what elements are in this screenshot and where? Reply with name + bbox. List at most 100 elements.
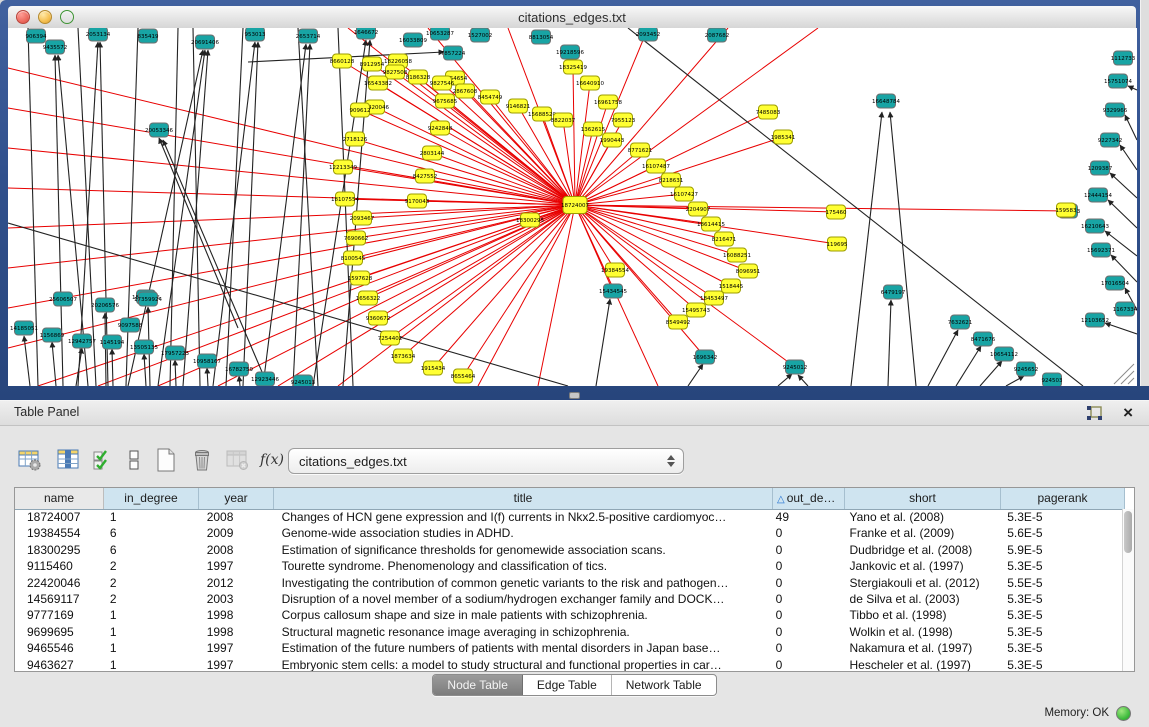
- table-row[interactable]: 946554611997Estimation of the future num…: [15, 640, 1123, 656]
- graph-node[interactable]: 16640910: [576, 76, 604, 90]
- graph-node[interactable]: 1527002: [468, 28, 493, 42]
- tab-network-table[interactable]: Network Table: [612, 675, 716, 695]
- table-row[interactable]: 969969511998Structural magnetic resonanc…: [15, 624, 1123, 640]
- graph-node[interactable]: 12103652: [1081, 313, 1109, 327]
- graph-node[interactable]: 10654112: [990, 347, 1018, 361]
- graph-node[interactable]: 924503: [1042, 373, 1063, 386]
- column-header-name[interactable]: name: [15, 488, 104, 509]
- graph-node[interactable]: 1873634: [391, 349, 416, 363]
- graph-edge[interactable]: [798, 375, 808, 386]
- graph-edge[interactable]: [170, 28, 178, 386]
- graph-node[interactable]: 15692371: [1087, 243, 1115, 257]
- graph-node[interactable]: 7857224: [441, 46, 466, 60]
- graph-node[interactable]: 909612: [350, 103, 371, 117]
- graph-edge[interactable]: [207, 368, 208, 386]
- table-row[interactable]: 1938455462009Genome-wide association stu…: [15, 525, 1123, 541]
- graph-node[interactable]: 16648784: [872, 94, 900, 108]
- panel-splitter-handle[interactable]: [569, 392, 580, 399]
- graph-node[interactable]: 10958167: [193, 354, 221, 368]
- graph-node[interactable]: 9097588: [118, 318, 143, 332]
- graph-edge[interactable]: [575, 205, 615, 270]
- graph-node[interactable]: 2087682: [705, 28, 730, 42]
- graph-node[interactable]: 9146821: [506, 99, 531, 113]
- graph-node[interactable]: 119695: [827, 237, 848, 251]
- resize-grip-icon[interactable]: [1114, 364, 1134, 384]
- graph-node[interactable]: 25606507: [49, 292, 77, 306]
- row-height-icon[interactable]: [120, 446, 148, 474]
- graph-node[interactable]: 18614415: [697, 217, 725, 231]
- graph-edge[interactable]: [52, 342, 56, 386]
- column-header-pagerank[interactable]: pagerank: [1001, 488, 1125, 509]
- graph-node[interactable]: 1985341: [771, 130, 796, 144]
- graph-node[interactable]: 7632621: [948, 315, 973, 329]
- graph-node[interactable]: 8454749: [478, 90, 503, 104]
- graph-node[interactable]: 1112733: [1111, 51, 1136, 65]
- column-header-year[interactable]: year: [199, 488, 274, 509]
- graph-node[interactable]: 1167334: [1113, 302, 1137, 316]
- graph-node[interactable]: 15434545: [599, 284, 627, 298]
- graph-edge[interactable]: [851, 112, 882, 386]
- graph-node[interactable]: 7955123: [611, 113, 636, 127]
- graph-edge[interactable]: [355, 139, 575, 205]
- graph-edge[interactable]: [243, 42, 258, 386]
- graph-node[interactable]: 1156869: [40, 328, 65, 342]
- graph-edge[interactable]: [888, 300, 891, 386]
- graph-node[interactable]: 9245012: [783, 360, 808, 374]
- graph-node[interactable]: 18107554: [331, 192, 359, 206]
- graph-node[interactable]: 1209387: [1088, 161, 1113, 175]
- graph-node[interactable]: 10653287: [426, 28, 454, 40]
- graph-edge[interactable]: [38, 205, 575, 386]
- graph-edge[interactable]: [263, 44, 306, 386]
- graph-node[interactable]: 7690662: [344, 231, 369, 245]
- graph-edge[interactable]: [688, 364, 703, 386]
- graph-node[interactable]: 14185051: [10, 321, 38, 335]
- graph-node[interactable]: 8427552: [413, 169, 438, 183]
- vertical-scrollbar[interactable]: [1122, 509, 1134, 671]
- column-chooser-icon[interactable]: [54, 446, 82, 474]
- table-row[interactable]: 1456911722003Disruption of a novel membe…: [15, 591, 1123, 607]
- graph-node[interactable]: 9170043: [405, 194, 430, 208]
- graph-node[interactable]: 953013: [245, 28, 266, 41]
- graph-node[interactable]: 9329966: [1103, 103, 1128, 117]
- column-header-in-degree[interactable]: in_degree: [104, 488, 199, 509]
- graph-edge[interactable]: [360, 110, 575, 205]
- graph-edge[interactable]: [8, 205, 575, 268]
- graph-edge[interactable]: [1125, 115, 1137, 140]
- graph-node[interactable]: 16961758: [594, 95, 622, 109]
- tab-edge-table[interactable]: Edge Table: [523, 675, 612, 695]
- graph-node[interactable]: 8216471: [712, 232, 737, 246]
- graph-node[interactable]: 16782759: [225, 362, 253, 376]
- float-panel-icon[interactable]: [1085, 404, 1105, 422]
- graph-node[interactable]: 16107427: [670, 187, 698, 201]
- graph-node[interactable]: 1656322: [356, 291, 381, 305]
- table-row[interactable]: 1872400712008Changes of HCN gene express…: [15, 509, 1123, 525]
- graph-node[interactable]: 8822037: [551, 113, 576, 127]
- graph-node[interactable]: 2093467: [350, 211, 375, 225]
- table-settings-icon[interactable]: [16, 446, 44, 474]
- graph-edge[interactable]: [76, 348, 82, 386]
- graph-edge[interactable]: [100, 42, 108, 386]
- graph-edge[interactable]: [175, 360, 176, 386]
- function-builder-icon[interactable]: f(x): [258, 446, 286, 474]
- graph-node[interactable]: 1362615: [581, 122, 606, 136]
- close-panel-icon[interactable]: ×: [1123, 401, 1133, 425]
- graph-node[interactable]: 7254402: [378, 331, 403, 345]
- graph-node[interactable]: 1145194: [100, 335, 125, 349]
- graph-edge[interactable]: [928, 330, 958, 386]
- table-row[interactable]: 911546021997Tourette syndrome. Phenomeno…: [15, 558, 1123, 574]
- graph-node[interactable]: 8100545: [341, 251, 366, 265]
- graph-edge[interactable]: [1110, 173, 1137, 198]
- graph-edge[interactable]: [105, 313, 106, 386]
- graph-node[interactable]: 2204907: [686, 202, 711, 216]
- new-table-icon[interactable]: [152, 446, 180, 474]
- graph-node[interactable]: 2867608: [453, 84, 478, 98]
- graph-node[interactable]: 9245652: [1014, 362, 1039, 376]
- graph-node[interactable]: 8186328: [406, 70, 431, 84]
- graph-node[interactable]: 2053134: [86, 28, 111, 41]
- graph-node[interactable]: 9360672: [366, 311, 391, 325]
- scrollbar-thumb[interactable]: [1124, 511, 1132, 553]
- graph-edge[interactable]: [390, 205, 575, 338]
- graph-node[interactable]: 12923446: [251, 372, 279, 386]
- graph-node[interactable]: 159583: [1056, 203, 1077, 217]
- select-rows-icon[interactable]: [90, 446, 118, 474]
